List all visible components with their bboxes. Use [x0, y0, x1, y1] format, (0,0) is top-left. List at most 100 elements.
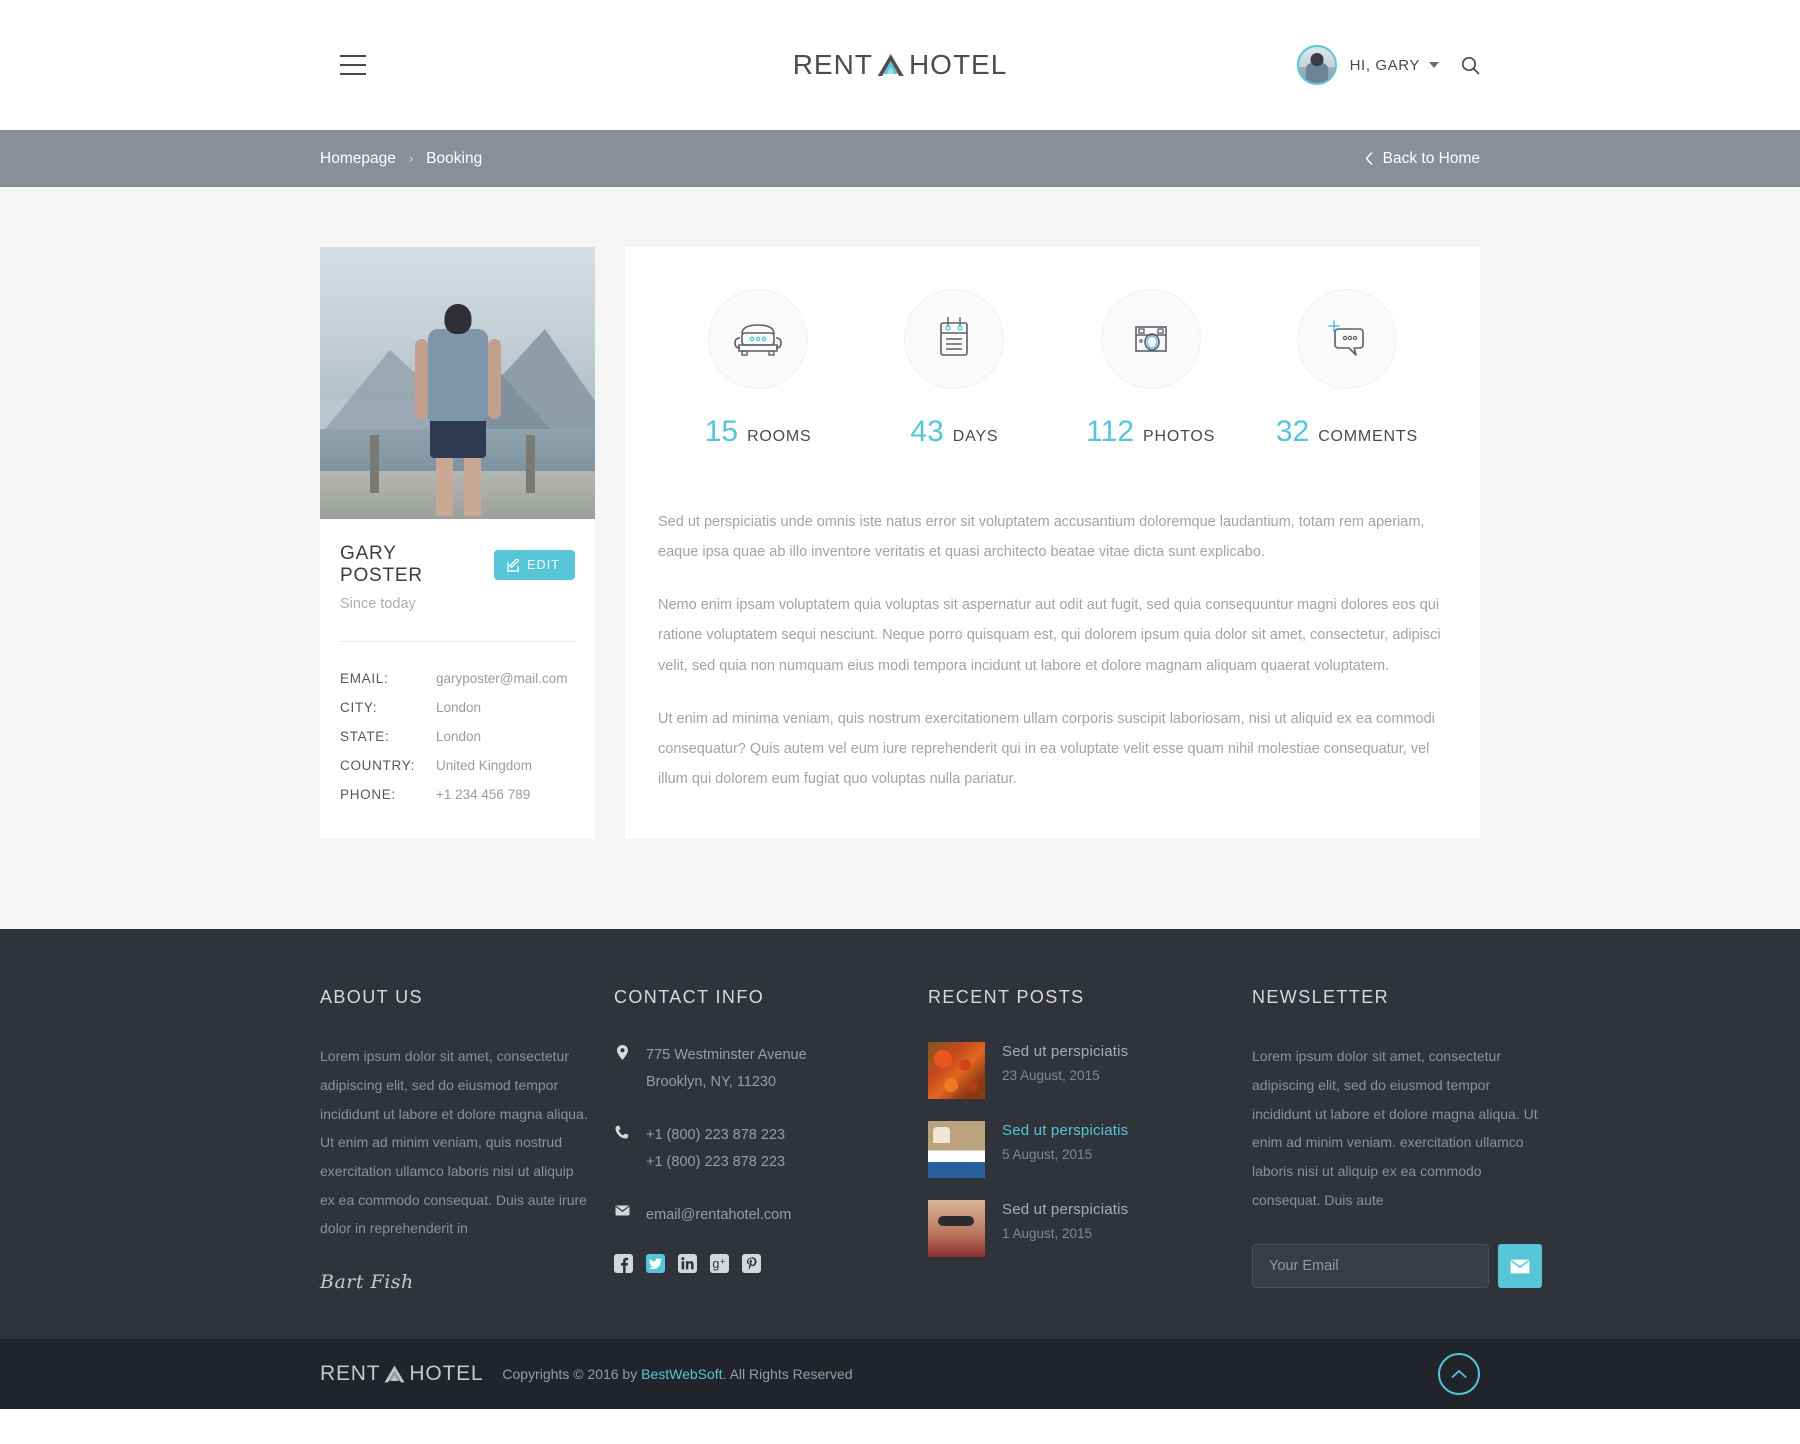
- info-value-country: United Kingdom: [436, 758, 533, 773]
- phone-line-1: +1 (800) 223 878 223: [646, 1126, 786, 1143]
- profile-photo: [320, 247, 595, 519]
- post-title[interactable]: Sed ut perspiciatis: [1002, 1201, 1128, 1218]
- back-to-home-link[interactable]: Back to Home: [1365, 150, 1480, 168]
- comment-plus-icon: [1328, 320, 1364, 356]
- stat-number: 112: [1086, 415, 1134, 448]
- stat-number: 32: [1275, 415, 1310, 448]
- paragraph-2: Nemo enim ipsam voluptatem quia voluptas…: [658, 597, 1441, 674]
- profile-info-table: EMAIL: garyposter@mail.com CITY: London …: [340, 664, 575, 809]
- profile-card: GARY POSTER EDIT Since today EMAIL: gary…: [320, 247, 595, 840]
- pinterest-icon[interactable]: [742, 1254, 761, 1274]
- breadcrumb-item-booking[interactable]: Booking: [426, 150, 482, 168]
- footer-contact-title: CONTACT INFO: [614, 987, 765, 1008]
- stat-days: 43 DAYS: [859, 289, 1049, 449]
- list-item[interactable]: Sed ut perspiciatis 5 August, 2015: [928, 1121, 1228, 1179]
- body-copy: Sed ut perspiciatis unde omnis iste natu…: [650, 463, 1455, 794]
- info-label-country: COUNTRY:: [340, 758, 416, 773]
- site-header: RENT HOTEL HI, GARY: [0, 0, 1800, 130]
- search-icon[interactable]: [1461, 56, 1480, 75]
- contact-address: 775 Westminster Avenue Brooklyn, NY, 112…: [614, 1042, 904, 1096]
- social-links: g +: [614, 1254, 904, 1274]
- edit-button[interactable]: EDIT: [494, 550, 575, 580]
- info-value-state: London: [436, 729, 482, 744]
- paragraph-1: Sed ut perspiciatis unde omnis iste natu…: [658, 514, 1425, 561]
- footer-newsletter-title: NEWSLETTER: [1252, 987, 1390, 1008]
- post-title[interactable]: Sed ut perspiciatis: [1002, 1122, 1128, 1139]
- stat-label: DAYS: [952, 428, 999, 445]
- content-card: 15 ROOMS 43 DAYS 112 PHOTOS 32 COMMENTS …: [625, 247, 1480, 840]
- table-row: STATE: London: [340, 722, 575, 751]
- stat-rooms: 15 ROOMS: [663, 289, 853, 449]
- post-title[interactable]: Sed ut perspiciatis: [1002, 1043, 1128, 1060]
- contact-email: email@rentahotel.com: [614, 1202, 904, 1229]
- hamburger-icon[interactable]: [340, 55, 366, 75]
- pencil-square-icon: [507, 558, 520, 572]
- breadcrumb-bar: Homepage › Booking Back to Home: [0, 130, 1800, 187]
- address-line-1: 775 Westminster Avenue: [646, 1047, 807, 1064]
- post-date: 5 August, 2015: [1002, 1147, 1093, 1163]
- linkedin-icon[interactable]: [678, 1254, 697, 1274]
- bestwebsoft-link[interactable]: BestWebSoft: [641, 1366, 722, 1382]
- svg-text:g: g: [712, 1258, 719, 1272]
- scroll-to-top-button[interactable]: [1438, 1353, 1480, 1396]
- email-value: email@rentahotel.com: [646, 1206, 792, 1223]
- envelope-icon: [1510, 1259, 1530, 1274]
- mountain-triangle-icon: [383, 1364, 406, 1384]
- google-plus-icon[interactable]: g +: [710, 1254, 729, 1274]
- info-value-city: London: [436, 700, 482, 715]
- newsletter-form: [1252, 1244, 1542, 1289]
- stats-row: 15 ROOMS 43 DAYS 112 PHOTOS 32 COMMENTS: [650, 289, 1455, 463]
- stat-label: ROOMS: [747, 428, 812, 445]
- chevron-down-icon[interactable]: [1429, 62, 1439, 68]
- site-logo[interactable]: RENT HOTEL: [793, 49, 1008, 81]
- footer-contact-column: CONTACT INFO 775 Westminster Avenue Broo…: [614, 987, 904, 1293]
- table-row: COUNTRY: United Kingdom: [340, 751, 575, 780]
- breadcrumb-item-homepage[interactable]: Homepage: [320, 150, 396, 168]
- footer-logo[interactable]: RENT HOTEL: [320, 1362, 483, 1386]
- table-row: PHONE: +1 234 456 789: [340, 780, 575, 809]
- avatar: [1296, 45, 1337, 85]
- envelope-icon: [614, 1202, 630, 1216]
- breadcrumb: Homepage › Booking: [320, 150, 482, 168]
- stat-circle: [904, 289, 1005, 389]
- info-value-email: garyposter@mail.com: [436, 671, 568, 686]
- camera-icon: [1134, 326, 1167, 352]
- contact-phone: +1 (800) 223 878 223 +1 (800) 223 878 22…: [614, 1122, 904, 1176]
- post-thumbnail: [928, 1200, 985, 1258]
- info-label-phone: PHONE:: [340, 787, 396, 802]
- facebook-icon[interactable]: [614, 1254, 633, 1274]
- user-greeting: HI, GARY: [1349, 56, 1420, 74]
- stat-label: COMMENTS: [1318, 428, 1418, 445]
- logo-text-rent: RENT: [792, 49, 873, 80]
- logo-text-hotel: HOTEL: [908, 49, 1008, 80]
- list-item[interactable]: Sed ut perspiciatis 23 August, 2015: [928, 1042, 1228, 1100]
- stat-circle: [1100, 289, 1201, 389]
- info-label-city: CITY:: [340, 700, 378, 715]
- stat-comments: 32 COMMENTS: [1252, 289, 1442, 449]
- email-field[interactable]: [1252, 1244, 1489, 1289]
- list-item[interactable]: Sed ut perspiciatis 1 August, 2015: [928, 1200, 1228, 1258]
- phone-icon: [614, 1122, 630, 1139]
- footer-logo-text-rent: RENT: [320, 1362, 381, 1386]
- footer-newsletter-column: NEWSLETTER Lorem ipsum dolor sit amet, c…: [1252, 987, 1542, 1293]
- footer-posts-title: RECENT POSTS: [928, 987, 1085, 1008]
- stat-circle: [1296, 289, 1397, 389]
- twitter-icon[interactable]: [646, 1254, 665, 1274]
- stat-photos: 112 PHOTOS: [1056, 289, 1246, 449]
- info-value-phone: +1 234 456 789: [436, 787, 531, 802]
- chevron-up-icon: [1451, 1370, 1467, 1378]
- copyright-bar: RENT HOTEL Copyrights © 2016 by BestWebS…: [0, 1339, 1800, 1410]
- user-menu[interactable]: HI, GARY: [1296, 45, 1439, 85]
- copyright-text: Copyrights © 2016 by BestWebSoft. All Ri…: [502, 1366, 852, 1382]
- post-thumbnail: [928, 1042, 985, 1100]
- calendar-icon: [940, 317, 969, 356]
- stat-circle: [708, 289, 809, 389]
- stat-number: 43: [910, 415, 944, 448]
- paragraph-3: Ut enim ad minima veniam, quis nostrum e…: [658, 710, 1435, 788]
- copyright-suffix: . All Rights Reserved: [722, 1366, 853, 1383]
- main-content: GARY POSTER EDIT Since today EMAIL: gary…: [0, 187, 1800, 930]
- footer-posts-column: RECENT POSTS Sed ut perspiciatis 23 Augu…: [928, 987, 1228, 1293]
- footer-signature: Bart Fish: [320, 1271, 414, 1294]
- newsletter-submit-button[interactable]: [1498, 1244, 1542, 1289]
- back-to-home-label: Back to Home: [1382, 149, 1480, 167]
